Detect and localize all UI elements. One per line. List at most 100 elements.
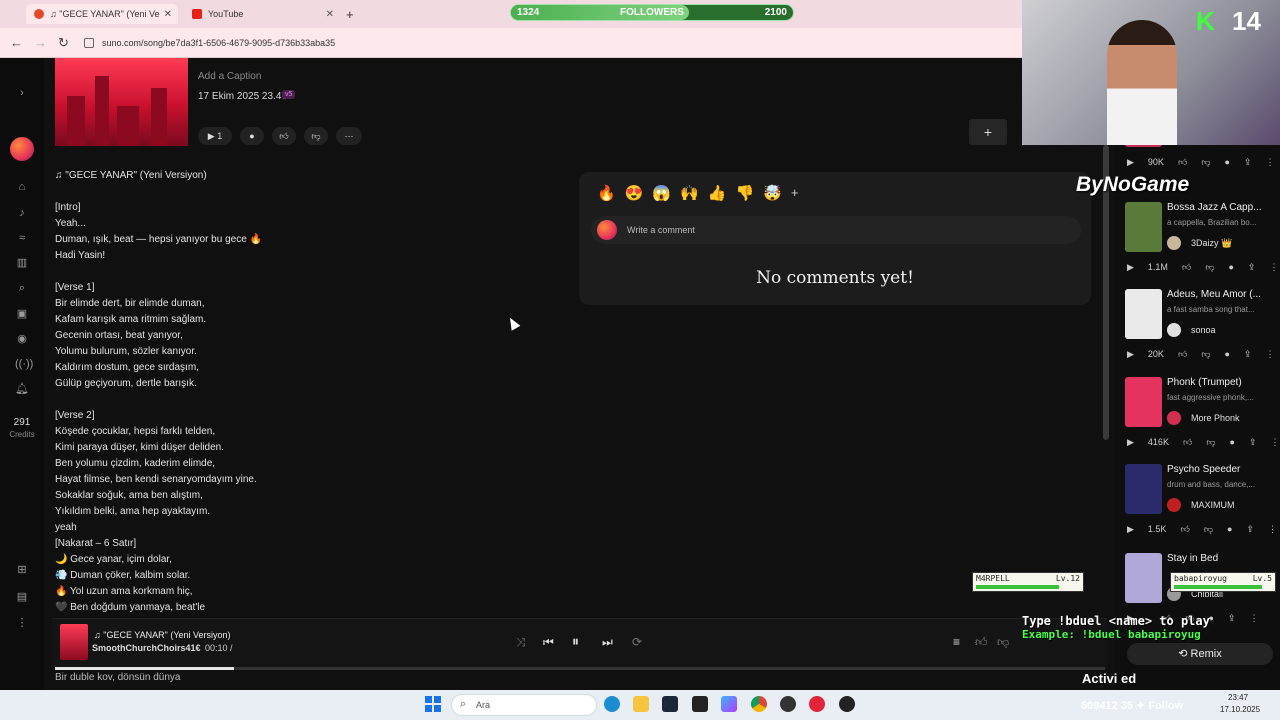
recommendation-title[interactable]: Bossa Jazz A Capp... xyxy=(1167,202,1262,213)
song-cover-art[interactable] xyxy=(55,58,188,146)
reload-icon[interactable]: ↻ xyxy=(58,35,69,51)
dislike-icon[interactable]: 👎︎ xyxy=(1201,349,1210,360)
reaction-emoji-button[interactable]: 👎 xyxy=(735,184,754,202)
recommendation-title[interactable]: Stay in Bed xyxy=(1167,553,1218,564)
like-icon[interactable]: 👍︎ xyxy=(1178,349,1187,360)
reaction-emoji-button[interactable]: 👍 xyxy=(708,184,727,202)
windows-start-icon[interactable] xyxy=(425,696,441,712)
studio-icon[interactable]: ≈ xyxy=(15,231,29,245)
like-icon[interactable]: 👍︎ xyxy=(1182,262,1191,273)
edge-icon[interactable] xyxy=(604,696,620,712)
search-icon[interactable]: ⌕ xyxy=(15,281,29,295)
add-reaction-button[interactable]: + xyxy=(791,184,799,202)
player-song-title[interactable]: ♫ "GECE YANAR" (Yeni Versiyon) xyxy=(94,630,231,640)
pause-icon[interactable]: ⏸︎ xyxy=(572,633,579,650)
previous-icon[interactable]: ⏮︎ xyxy=(543,635,554,650)
next-icon[interactable]: ⏭︎ xyxy=(602,635,613,650)
more-vertical-icon[interactable]: ⋮ xyxy=(1265,349,1274,360)
play-icon[interactable]: ▶ xyxy=(1127,524,1134,535)
expand-sidebar-icon[interactable]: › xyxy=(15,86,29,100)
close-icon[interactable]: ✕ xyxy=(326,9,334,20)
more-vertical-icon[interactable]: ⋮ xyxy=(1265,157,1274,168)
player-like-icon[interactable]: 👍︎ xyxy=(975,635,988,650)
player-progress-bar[interactable] xyxy=(55,667,1105,670)
home-icon[interactable]: ⌂ xyxy=(15,180,29,194)
forward-arrow-icon[interactable]: → xyxy=(34,35,47,50)
add-to-playlist-button[interactable]: + xyxy=(969,119,1007,145)
shuffle-icon[interactable]: ⤨ xyxy=(516,635,526,650)
document-icon[interactable]: ▤ xyxy=(15,590,29,604)
comment-input[interactable]: Write a comment xyxy=(591,216,1081,244)
radio-icon[interactable]: ((·)) xyxy=(15,357,33,371)
more-vertical-icon[interactable]: ⋮ xyxy=(15,616,29,630)
share-icon[interactable]: ⇪ xyxy=(1244,349,1252,360)
player-dislike-icon[interactable]: 👎︎ xyxy=(997,635,1009,650)
taskbar-search[interactable]: ⌕ Ara xyxy=(451,694,597,716)
recommendation-thumbnail[interactable] xyxy=(1125,202,1162,252)
share-icon[interactable]: ⇪ xyxy=(1246,524,1254,535)
comment-button[interactable]: ● xyxy=(240,127,264,145)
tab-youtube[interactable]: YouTube ✕ xyxy=(184,4,340,24)
play-icon[interactable]: ▶ xyxy=(1127,437,1134,448)
create-icon[interactable]: ♪ xyxy=(15,206,29,220)
reaction-emoji-button[interactable]: 🤯 xyxy=(763,184,782,202)
recommendation-user[interactable]: MAXIMUM xyxy=(1167,498,1235,512)
notifications-bell-icon[interactable]: 🔔︎ xyxy=(15,382,29,396)
play-icon[interactable]: ▶ xyxy=(1127,262,1134,273)
hooks-icon[interactable]: ▣ xyxy=(15,307,29,321)
close-icon[interactable]: ✕ xyxy=(164,9,172,20)
gift-icon[interactable]: ⊞ xyxy=(15,563,29,577)
reaction-emoji-button[interactable]: 🔥 xyxy=(597,184,616,202)
recommendation-user[interactable]: More Phonk xyxy=(1167,411,1240,425)
recommendation-title[interactable]: Psycho Speeder xyxy=(1167,464,1240,475)
player-cover-art[interactable] xyxy=(60,624,88,660)
reaction-emoji-button[interactable]: 😱 xyxy=(652,184,671,202)
comment-icon[interactable]: ● xyxy=(1228,262,1233,273)
site-info-icon[interactable] xyxy=(84,38,94,48)
like-icon[interactable]: 👍︎ xyxy=(1178,157,1187,168)
remix-button[interactable]: ⟲ Remix xyxy=(1127,643,1273,665)
song-caption[interactable]: Add a Caption xyxy=(198,71,261,82)
like-icon[interactable]: 👍︎ xyxy=(1183,437,1192,448)
recommendation-title[interactable]: Phonk (Trumpet) xyxy=(1167,377,1242,388)
url-field[interactable]: suno.com/song/be7da3f1-6506-4679-9095-d7… xyxy=(84,33,1004,53)
recommendation-title[interactable]: Adeus, Meu Amor (... xyxy=(1167,289,1261,300)
reaction-emoji-button[interactable]: 🙌 xyxy=(680,184,699,202)
comment-icon[interactable]: ● xyxy=(1230,437,1235,448)
copilot-icon[interactable] xyxy=(721,696,737,712)
recommendation-thumbnail[interactable] xyxy=(1125,377,1162,427)
media-player-icon[interactable] xyxy=(839,696,855,712)
user-avatar[interactable] xyxy=(10,137,34,161)
queue-icon[interactable]: ≡ xyxy=(953,635,960,649)
recommendation-thumbnail[interactable] xyxy=(1125,289,1162,339)
new-tab-button[interactable]: + xyxy=(346,4,362,24)
like-button[interactable]: 👍︎ xyxy=(272,127,296,145)
epic-games-icon[interactable] xyxy=(692,696,708,712)
back-arrow-icon[interactable]: ← xyxy=(10,35,23,50)
share-icon[interactable]: ⇪ xyxy=(1248,262,1256,273)
tab-suno[interactable]: ♫ "GECE YANAR" (Yeni Ve ✕ xyxy=(26,4,178,24)
player-artist[interactable]: SmoothChurchChoirs41€ xyxy=(92,643,201,653)
explore-icon[interactable]: ◉ xyxy=(15,332,29,346)
dislike-icon[interactable]: 👎︎ xyxy=(1205,262,1214,273)
opera-gx-icon[interactable] xyxy=(809,696,825,712)
obs-icon[interactable] xyxy=(780,696,796,712)
dislike-icon[interactable]: 👎︎ xyxy=(1204,524,1213,535)
dislike-icon[interactable]: 👎︎ xyxy=(1201,157,1210,168)
repeat-icon[interactable]: ⟳ xyxy=(632,635,642,649)
recommendation-thumbnail[interactable] xyxy=(1125,464,1162,514)
file-explorer-icon[interactable] xyxy=(633,696,649,712)
play-count-button[interactable]: ▶ 1 xyxy=(198,127,232,145)
more-vertical-icon[interactable]: ⋮ xyxy=(1269,262,1278,273)
comment-icon[interactable]: ● xyxy=(1224,349,1229,360)
steam-icon[interactable] xyxy=(662,696,678,712)
recommendation-thumbnail[interactable] xyxy=(1125,553,1162,603)
reaction-emoji-button[interactable]: 😍 xyxy=(625,184,644,202)
play-icon[interactable]: ▶ xyxy=(1127,157,1134,168)
dislike-button[interactable]: 👎︎ xyxy=(304,127,328,145)
more-vertical-icon[interactable]: ⋮ xyxy=(1268,524,1277,535)
more-vertical-icon[interactable]: ⋮ xyxy=(1249,613,1258,624)
share-icon[interactable]: ⇪ xyxy=(1249,437,1257,448)
chrome-icon[interactable] xyxy=(751,696,767,712)
more-options-button[interactable]: ⋯ xyxy=(336,127,362,145)
